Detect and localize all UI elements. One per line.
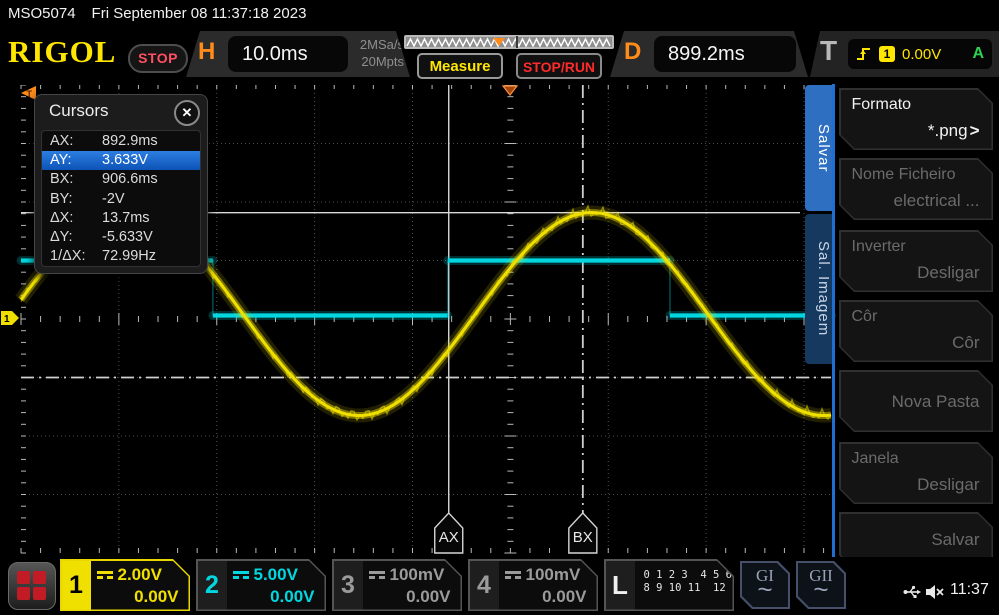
oscilloscope-screen: MSO5074 Fri September 08 11:37:18 2023 RI… <box>0 0 999 615</box>
channel-3-number: 3 <box>334 561 363 610</box>
trigger-pill[interactable]: 1 0.00V A <box>848 39 992 69</box>
close-icon[interactable]: ✕ <box>174 100 200 126</box>
chevron-right-icon: > <box>969 120 980 140</box>
trigger-source-badge: 1 <box>879 46 895 62</box>
rising-edge-icon <box>857 48 870 60</box>
g2-generator-button[interactable]: GII ~ <box>796 561 846 609</box>
cursors-panel[interactable]: Cursors ✕ AX: 892.9ms AY: 3.633V BX: 906.6m… <box>34 94 208 274</box>
delay-group[interactable]: D 899.2ms <box>610 31 808 77</box>
sine-wave-icon: ~ <box>813 574 829 604</box>
cursor-row-ay[interactable]: AY: 3.633V <box>42 151 200 171</box>
dc-coupling-icon <box>369 571 385 579</box>
channel-3-box[interactable]: 3 100mV 0.00V <box>332 559 462 611</box>
svg-text:T: T <box>27 89 33 99</box>
tab-sal-imagem[interactable]: Sal. Imagem <box>805 214 832 364</box>
sine-wave-icon: ~ <box>757 574 773 604</box>
rigol-logo: RIGOL <box>8 34 117 69</box>
cursor-row-ax[interactable]: AX: 892.9ms <box>42 132 200 151</box>
channel-status-bar: 1 2.00V 0.00V 2 5.00V 0.00V 3 100mV 0.00… <box>0 557 999 615</box>
channel-4-box[interactable]: 4 100mV 0.00V <box>468 559 598 611</box>
logic-channels-box[interactable]: L 0 1 2 3 4 5 6 78 9 10 11 12 13 14 15 <box>604 559 734 611</box>
channel-1-box[interactable]: 1 2.00V 0.00V <box>60 559 190 611</box>
trigger-group[interactable]: T 1 0.00V A <box>810 31 999 77</box>
menu-item-inverter[interactable]: Inverter Desligar <box>839 230 993 292</box>
cursors-panel-title: Cursors <box>49 101 109 120</box>
usb-icon <box>903 585 921 598</box>
cursors-value-list: AX: 892.9ms AY: 3.633V BX: 906.6ms BY: -2V Δ… <box>41 130 201 267</box>
stop-run-button[interactable]: STOP/RUN <box>516 53 602 79</box>
cursor-row-freq[interactable]: 1/ΔX: 72.99Hz <box>42 247 200 266</box>
run-status-badge[interactable]: STOP <box>128 44 188 73</box>
horizontal-timebase-group[interactable]: H 10.0ms 2MSa/s 20Mpts <box>186 31 410 77</box>
acquisition-rates: 2MSa/s 20Mpts <box>352 36 404 70</box>
dc-coupling-icon <box>97 571 113 579</box>
save-menu-sidebar: Salvar Sal. Imagem Formato *.png > Nome F… <box>805 84 999 578</box>
datetime-label: Fri September 08 11:37:18 2023 <box>91 5 307 22</box>
top-info-bar: MSO5074 Fri September 08 11:37:18 2023 <box>8 5 322 22</box>
svg-text:1: 1 <box>4 314 10 325</box>
menu-item-nome-ficheiro[interactable]: Nome Ficheiro electrical ... <box>839 158 993 220</box>
dc-coupling-icon <box>233 571 249 579</box>
speaker-muted-icon[interactable] <box>924 583 946 601</box>
dc-coupling-icon <box>505 571 521 579</box>
cursor-row-by[interactable]: BY: -2V <box>42 190 200 209</box>
channel-1-number: 1 <box>62 561 91 610</box>
menu-grid-button[interactable] <box>8 562 56 610</box>
trigger-level-value: 0.00V <box>902 45 942 63</box>
g1-generator-button[interactable]: GI ~ <box>740 561 790 609</box>
logic-label: L <box>606 561 635 610</box>
h-label: H <box>198 38 216 65</box>
timebase-value[interactable]: 10.0ms <box>228 36 348 72</box>
sample-rate: 2MSa/s <box>359 37 404 52</box>
cursor-row-dx[interactable]: ΔX: 13.7ms <box>42 209 200 228</box>
waveform-position-bar[interactable] <box>404 35 614 49</box>
channel-2-box[interactable]: 2 5.00V 0.00V <box>196 559 326 611</box>
cursor-ax-flag[interactable]: AX <box>435 529 463 546</box>
delay-value[interactable]: 899.2ms <box>654 36 796 72</box>
t-label: T <box>820 35 838 66</box>
channel-2-number: 2 <box>198 561 227 610</box>
model-label: MSO5074 <box>8 5 76 22</box>
memory-depth: 20Mpts <box>361 54 404 69</box>
trigger-mode-badge: A <box>972 45 984 62</box>
cursor-row-dy[interactable]: ΔY: -5.633V <box>42 228 200 247</box>
channel-4-number: 4 <box>470 561 499 610</box>
cursor-row-bx[interactable]: BX: 906.6ms <box>42 170 200 189</box>
tab-salvar[interactable]: Salvar <box>805 85 832 211</box>
d-label: D <box>624 38 642 65</box>
menu-item-formato[interactable]: Formato *.png > <box>839 88 993 150</box>
cursor-bx-flag[interactable]: BX <box>569 529 597 546</box>
menu-item-nova-pasta[interactable]: Nova Pasta <box>839 370 993 432</box>
measure-button[interactable]: Measure <box>417 53 503 79</box>
menu-item-cor[interactable]: Côr Côr <box>839 300 993 362</box>
menu-item-janela[interactable]: Janela Desligar <box>839 442 993 504</box>
clock-label: 11:37 <box>950 581 989 598</box>
